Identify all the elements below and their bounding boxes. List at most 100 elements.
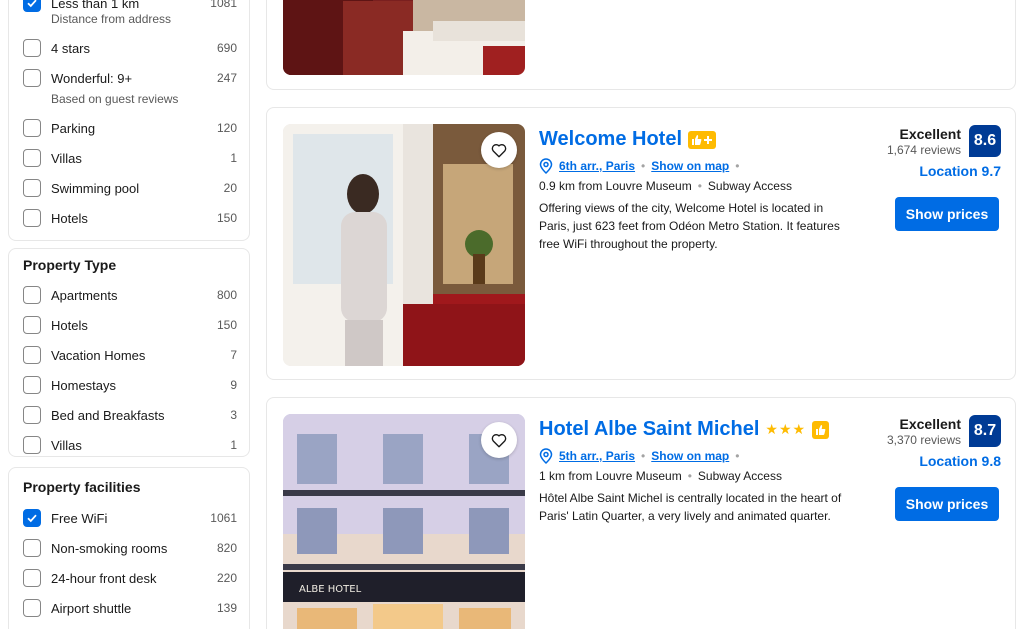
filter-row-vacation-homes[interactable]: Vacation Homes 7	[23, 344, 237, 366]
property-type-title: Property Type	[23, 257, 117, 273]
filter-row-hotels[interactable]: Hotels 150	[23, 207, 237, 229]
checkmark-icon	[27, 0, 37, 8]
filter-label: Parking	[51, 120, 96, 136]
filter-label: Swimming pool	[51, 180, 140, 196]
filter-label: Apartments	[51, 287, 118, 303]
star-icon: ★	[792, 421, 807, 437]
filter-label: Wonderful: 9+	[51, 70, 133, 86]
filter-row-swimming-pool[interactable]: Swimming pool 20	[23, 177, 237, 199]
subway-access-text: Subway Access	[707, 179, 792, 193]
location-score: Location 9.7	[919, 163, 1001, 179]
filter-row-villas[interactable]: Villas 1	[23, 147, 237, 169]
map-pin-icon	[539, 158, 553, 174]
rating-summary: Excellent 1,674 reviews	[887, 126, 961, 157]
hotel-room-image	[283, 0, 525, 75]
hotel-name-link[interactable]: Welcome Hotel	[539, 128, 682, 151]
reviews-subhead: Based on guest reviews	[51, 92, 179, 106]
district-link[interactable]: 6th arr., Paris	[559, 159, 635, 173]
map-pin-icon	[539, 448, 553, 464]
filter-label: Vacation Homes	[51, 347, 146, 363]
filter-row-airport-shuttle[interactable]: Airport shuttle 139	[23, 597, 237, 619]
rating-summary: Excellent 3,370 reviews	[887, 416, 961, 447]
show-on-map-link[interactable]: Show on map	[651, 159, 729, 173]
rating-word: Excellent	[899, 126, 961, 142]
hotel-card-welcome-hotel: Welcome Hotel 6th arr., Paris • Show on …	[266, 107, 1016, 380]
filter-count: 1	[230, 151, 237, 165]
checkbox-free-wifi[interactable]	[23, 509, 41, 527]
filter-count: 1081	[210, 0, 237, 10]
show-prices-button[interactable]: Show prices	[895, 487, 999, 521]
filter-row-4-stars[interactable]: 4 stars 690	[23, 37, 237, 59]
filter-row-free-wifi[interactable]: Free WiFi 1061	[23, 507, 237, 529]
show-on-map-link[interactable]: Show on map	[651, 449, 729, 463]
filter-count: 220	[216, 571, 237, 585]
checkbox-villas-type[interactable]	[23, 436, 41, 454]
hotel-photo[interactable]: ALBE HOTEL	[283, 414, 525, 629]
filter-count: 820	[216, 541, 237, 555]
filter-row-parking[interactable]: Parking 120	[23, 117, 237, 139]
checkbox-vacation-homes[interactable]	[23, 346, 41, 364]
checkbox-airport-shuttle[interactable]	[23, 599, 41, 617]
preferred-partner-badge	[688, 130, 716, 149]
filter-row-non-smoking-rooms[interactable]: Non-smoking rooms 820	[23, 537, 237, 559]
filter-label: Bed and Breakfasts	[51, 407, 165, 423]
filter-row-wonderful-9[interactable]: Wonderful: 9+ 247	[23, 67, 237, 89]
checkbox-bed-and-breakfasts[interactable]	[23, 406, 41, 424]
filter-count: 9	[230, 378, 237, 392]
district-link[interactable]: 5th arr., Paris	[559, 449, 635, 463]
checkmark-icon	[27, 514, 37, 523]
filter-label: 4 stars	[51, 40, 91, 56]
checkbox-non-smoking-rooms[interactable]	[23, 539, 41, 557]
checkbox-wonderful-9[interactable]	[23, 69, 41, 87]
hotel-card-previous	[266, 0, 1016, 90]
checkbox-swimming-pool[interactable]	[23, 179, 41, 197]
filter-label: Hotels	[51, 317, 88, 333]
checkbox-less-than-1km[interactable]	[23, 0, 41, 12]
plus-icon	[704, 135, 712, 144]
hotel-title-row: Welcome Hotel	[539, 128, 716, 151]
filter-row-24-hour-front-desk[interactable]: 24-hour front desk 220	[23, 567, 237, 589]
filter-label: Free WiFi	[51, 510, 108, 526]
filter-label: Villas	[51, 150, 82, 166]
heart-icon	[491, 433, 507, 448]
filter-label: 24-hour front desk	[51, 570, 157, 586]
filter-count: 7	[230, 348, 237, 362]
location-row: 5th arr., Paris • Show on map •	[539, 448, 745, 464]
filter-label: Villas	[51, 437, 82, 453]
filter-row-homestays[interactable]: Homestays 9	[23, 374, 237, 396]
hotel-photo[interactable]	[283, 124, 525, 366]
checkbox-parking[interactable]	[23, 119, 41, 137]
checkbox-villas[interactable]	[23, 149, 41, 167]
save-to-wishlist-button[interactable]	[481, 132, 517, 168]
review-score-badge: 8.7	[969, 415, 1001, 447]
review-score-badge: 8.6	[969, 125, 1001, 157]
hotel-name-link[interactable]: Hotel Albe Saint Michel	[539, 418, 759, 441]
filter-count: 139	[216, 601, 237, 615]
show-prices-button[interactable]: Show prices	[895, 197, 999, 231]
filter-label: Homestays	[51, 377, 117, 393]
checkbox-hotels[interactable]	[23, 209, 41, 227]
filter-count: 690	[216, 41, 237, 55]
distance-row: 0.9 km from Louvre Museum • Subway Access	[539, 179, 792, 193]
filter-row-apartments[interactable]: Apartments 800	[23, 284, 237, 306]
filter-label: Hotels	[51, 210, 88, 226]
hotel-card-albe-saint-michel: ALBE HOTEL Hotel Albe Saint Michel ★★★ 5…	[266, 397, 1016, 629]
subway-access-text: Subway Access	[697, 469, 782, 483]
checkbox-apartments[interactable]	[23, 286, 41, 304]
filter-label: Less than 1 km	[51, 0, 140, 11]
filter-count: 150	[216, 318, 237, 332]
checkbox-homestays[interactable]	[23, 376, 41, 394]
checkbox-hotels-type[interactable]	[23, 316, 41, 334]
checkbox-4-stars[interactable]	[23, 39, 41, 57]
filter-row-bed-and-breakfasts[interactable]: Bed and Breakfasts 3	[23, 404, 237, 426]
filter-count: 247	[216, 71, 237, 85]
filter-row-hotels-type[interactable]: Hotels 150	[23, 314, 237, 336]
save-to-wishlist-button[interactable]	[481, 422, 517, 458]
filter-row-villas-type[interactable]: Villas 1	[23, 434, 237, 456]
filter-label: Non-smoking rooms	[51, 540, 168, 556]
thumbs-up-icon	[816, 424, 826, 435]
hotel-photo-previous[interactable]	[283, 0, 525, 75]
checkbox-24-hour-front-desk[interactable]	[23, 569, 41, 587]
hotel-description: Offering views of the city, Welcome Hote…	[539, 201, 840, 251]
filter-panel-property-type: Property Type Apartments 800 Hotels 150 …	[8, 248, 250, 457]
